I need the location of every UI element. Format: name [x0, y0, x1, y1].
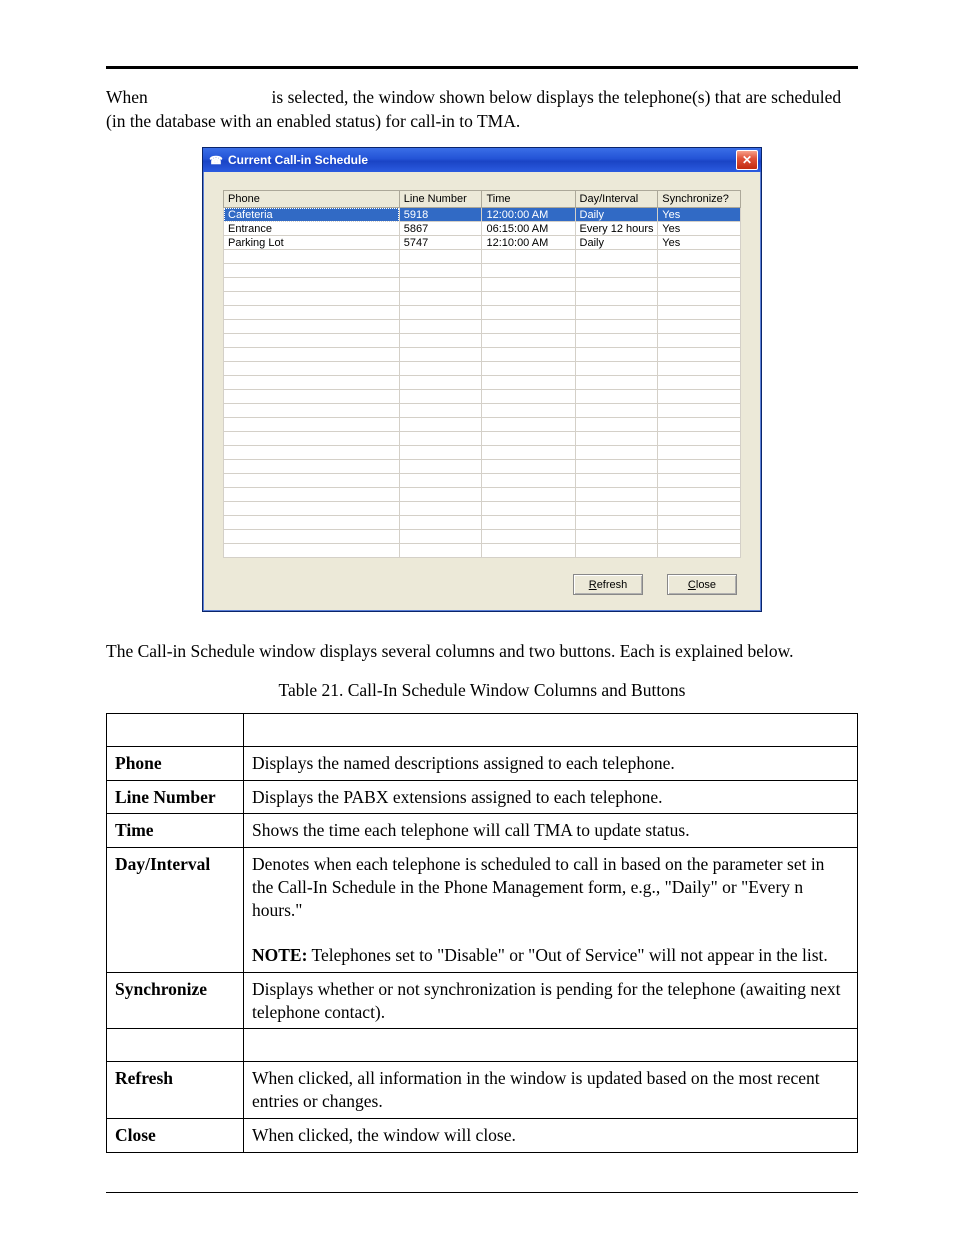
desc-label: Close [107, 1118, 244, 1152]
col-sync[interactable]: Synchronize? [658, 191, 741, 208]
desc-text: Displays the PABX extensions assigned to… [244, 780, 858, 814]
col-phone[interactable]: Phone [224, 191, 400, 208]
desc-label: Line Number [107, 780, 244, 814]
desc-row: Day/IntervalDenotes when each telephone … [107, 848, 858, 973]
desc-text: Shows the time each telephone will call … [244, 814, 858, 848]
desc-row: RefreshWhen clicked, all information in … [107, 1062, 858, 1119]
table-row[interactable] [224, 278, 741, 292]
after-paragraph: The Call-in Schedule window displays sev… [106, 640, 858, 664]
desc-label: Time [107, 814, 244, 848]
table-row[interactable] [224, 334, 741, 348]
table-row[interactable] [224, 516, 741, 530]
desc-text: Displays the named descriptions assigned… [244, 746, 858, 780]
refresh-label: efresh [597, 579, 628, 591]
cell-phone: Cafeteria [224, 208, 400, 222]
grid-header-row[interactable]: Phone Line Number Time Day/Interval Sync… [224, 191, 741, 208]
cell-phone: Parking Lot [224, 236, 400, 250]
table-row[interactable]: Parking Lot574712:10:00 AMDailyYes [224, 236, 741, 250]
close-button[interactable]: Close [667, 574, 737, 595]
table-row[interactable] [224, 418, 741, 432]
table-row[interactable] [224, 376, 741, 390]
cell-day: Daily [575, 208, 658, 222]
desc-row: TimeShows the time each telephone will c… [107, 814, 858, 848]
intro-paragraph: When is selected, the window shown below… [106, 86, 858, 133]
table-caption: Table 21. Call-In Schedule Window Column… [106, 680, 858, 701]
col-line[interactable]: Line Number [399, 191, 482, 208]
table-row[interactable] [224, 446, 741, 460]
table-row[interactable]: Cafeteria591812:00:00 AMDailyYes [224, 208, 741, 222]
desc-text: Displays whether or not synchronization … [244, 972, 858, 1029]
desc-section-divider [107, 1029, 858, 1062]
close-label: lose [696, 579, 716, 591]
intro-post: is selected, the window shown below disp… [106, 87, 841, 131]
table-row[interactable] [224, 530, 741, 544]
cell-time: 12:00:00 AM [482, 208, 575, 222]
table-row[interactable]: Entrance586706:15:00 AMEvery 12 hoursYes [224, 222, 741, 236]
desc-row: SynchronizeDisplays whether or not synch… [107, 972, 858, 1029]
desc-label: Day/Interval [107, 848, 244, 973]
desc-row: PhoneDisplays the named descriptions ass… [107, 746, 858, 780]
table-row[interactable] [224, 250, 741, 264]
table-row[interactable] [224, 362, 741, 376]
desc-label: Phone [107, 746, 244, 780]
cell-day: Daily [575, 236, 658, 250]
bottom-rule [106, 1192, 858, 1193]
desc-label: Refresh [107, 1062, 244, 1119]
schedule-grid[interactable]: Phone Line Number Time Day/Interval Sync… [223, 190, 741, 558]
table-row[interactable] [224, 264, 741, 278]
cell-phone: Entrance [224, 222, 400, 236]
table-row[interactable] [224, 460, 741, 474]
cell-sync: Yes [658, 222, 741, 236]
table-row[interactable] [224, 502, 741, 516]
cell-time: 06:15:00 AM [482, 222, 575, 236]
table-row[interactable] [224, 432, 741, 446]
table-row[interactable] [224, 320, 741, 334]
col-day[interactable]: Day/Interval [575, 191, 658, 208]
description-table: PhoneDisplays the named descriptions ass… [106, 713, 858, 1153]
callin-schedule-window: ☎ Current Call-in Schedule ✕ Phone Line … [202, 147, 762, 612]
intro-pre: When [106, 87, 152, 107]
desc-label: Synchronize [107, 972, 244, 1029]
table-row[interactable] [224, 544, 741, 558]
table-row[interactable] [224, 292, 741, 306]
window-titlebar[interactable]: ☎ Current Call-in Schedule ✕ [203, 148, 761, 172]
close-icon[interactable]: ✕ [736, 150, 758, 170]
desc-text: When clicked, the window will close. [244, 1118, 858, 1152]
table-row[interactable] [224, 390, 741, 404]
desc-text: Denotes when each telephone is scheduled… [244, 848, 858, 973]
cell-day: Every 12 hours [575, 222, 658, 236]
table-row[interactable] [224, 306, 741, 320]
top-rule [106, 66, 858, 69]
cell-line: 5747 [399, 236, 482, 250]
col-time[interactable]: Time [482, 191, 575, 208]
table-row[interactable] [224, 488, 741, 502]
refresh-button[interactable]: Refresh [573, 574, 643, 595]
cell-time: 12:10:00 AM [482, 236, 575, 250]
window-title: Current Call-in Schedule [228, 153, 368, 167]
cell-sync: Yes [658, 208, 741, 222]
cell-line: 5867 [399, 222, 482, 236]
table-row[interactable] [224, 348, 741, 362]
phone-icon: ☎ [209, 153, 223, 167]
table-row[interactable] [224, 404, 741, 418]
cell-line: 5918 [399, 208, 482, 222]
desc-text: When clicked, all information in the win… [244, 1062, 858, 1119]
desc-row: Line NumberDisplays the PABX extensions … [107, 780, 858, 814]
cell-sync: Yes [658, 236, 741, 250]
desc-row: CloseWhen clicked, the window will close… [107, 1118, 858, 1152]
table-row[interactable] [224, 474, 741, 488]
